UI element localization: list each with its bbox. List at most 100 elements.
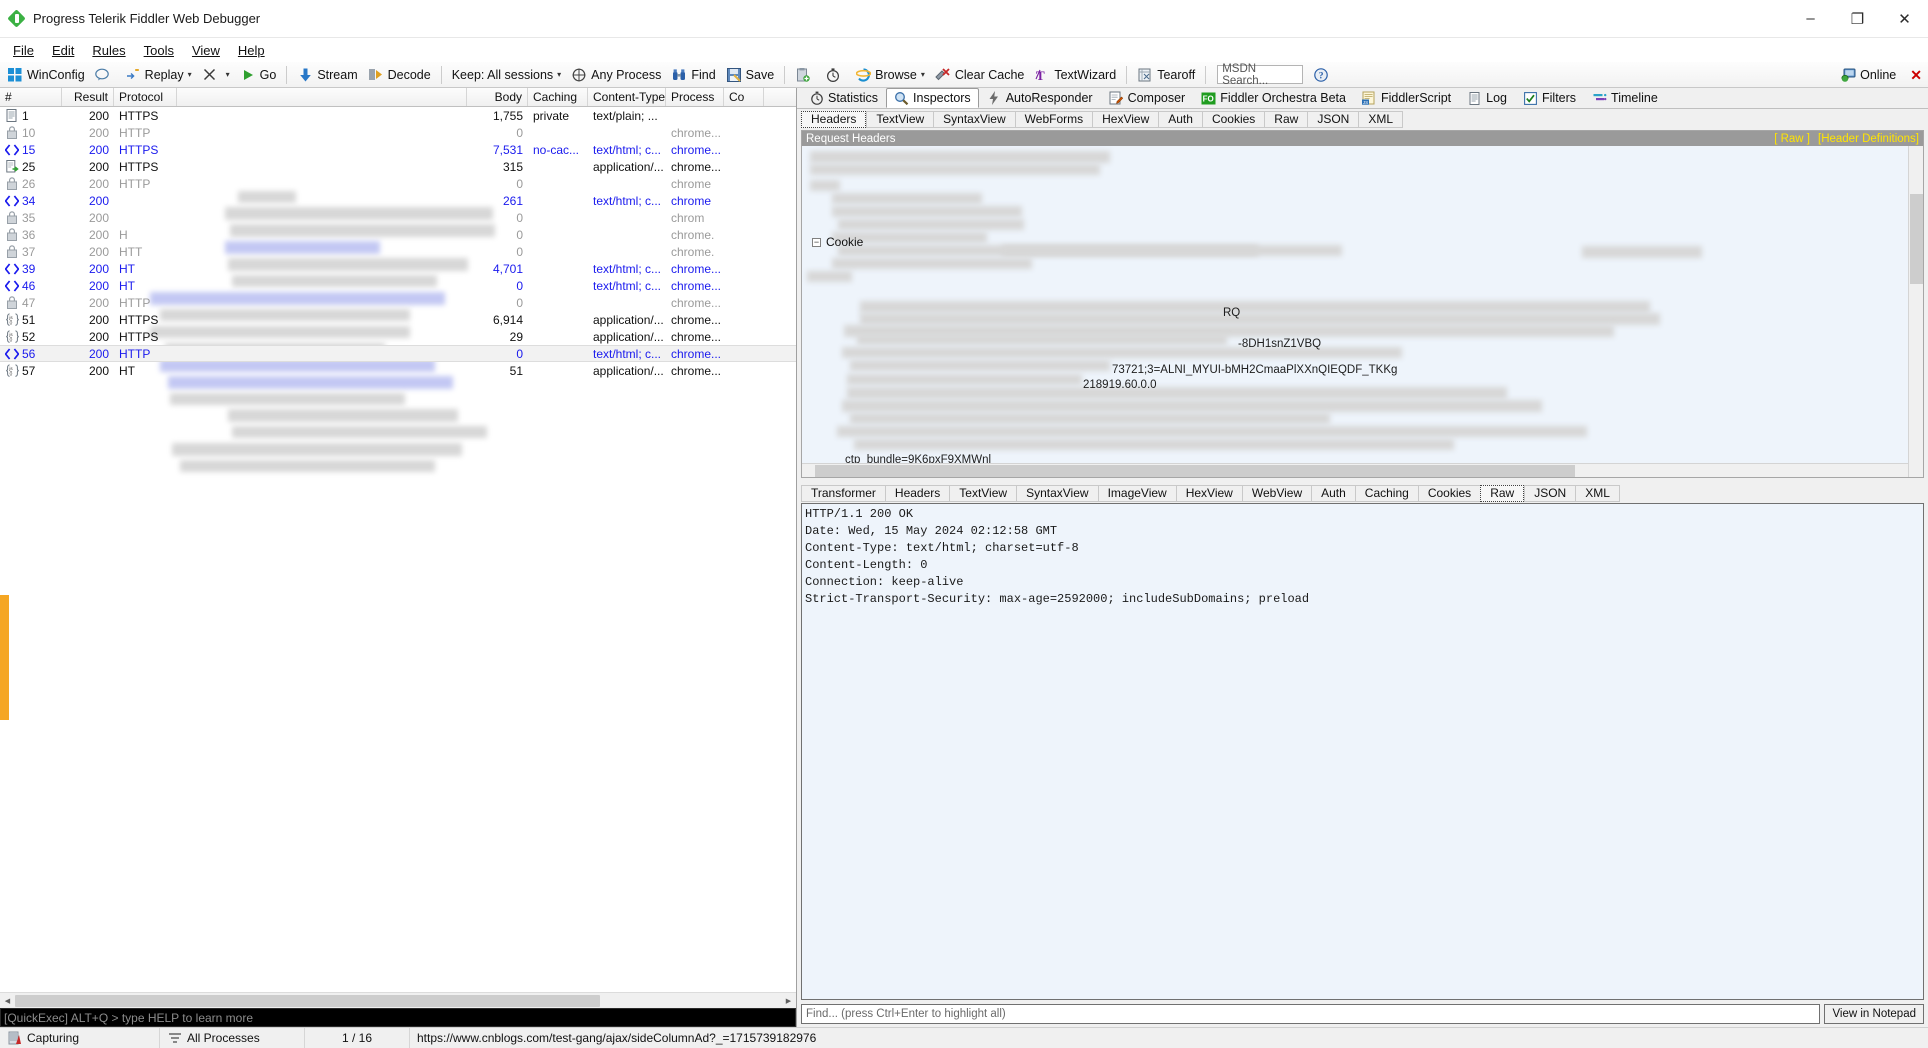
table-row[interactable]: 46 200 HT 0 text/html; c... chrome... — [0, 277, 796, 294]
table-row[interactable]: 56 200 HTTP 0 text/html; c... chrome... — [0, 345, 796, 362]
request-view-vertical-scrollbar[interactable] — [1908, 146, 1923, 477]
request-tab-xml[interactable]: XML — [1358, 110, 1404, 128]
go-button[interactable]: Go — [235, 63, 282, 87]
comment-button[interactable] — [90, 63, 120, 87]
cookie-tree-node[interactable]: − Cookie — [812, 235, 863, 249]
response-tab-imageview[interactable]: ImageView — [1097, 484, 1176, 502]
column-header-caching[interactable]: Caching — [528, 88, 588, 106]
table-row[interactable]: js{} 52 200 HTTPS 29 application/... chrome... — [0, 328, 796, 345]
request-tab-hexview[interactable]: HexView — [1092, 110, 1159, 128]
column-header-protocol[interactable]: Protocol — [114, 88, 177, 106]
decode-button[interactable]: Decode — [363, 63, 436, 87]
keep-sessions-dropdown[interactable]: Keep: All sessions ▾ — [447, 63, 566, 87]
save-button[interactable]: Save — [721, 63, 780, 87]
request-tab-raw[interactable]: Raw — [1264, 110, 1308, 128]
msdn-search-input[interactable]: MSDN Search... — [1217, 63, 1304, 87]
collapse-icon[interactable]: − — [812, 237, 821, 247]
any-process-button[interactable]: Any Process — [566, 63, 666, 87]
response-raw-view[interactable]: HTTP/1.1 200 OK Date: Wed, 15 May 2024 0… — [801, 503, 1924, 1000]
column-header-comments[interactable]: Co — [724, 88, 764, 106]
response-tab-hexview[interactable]: HexView — [1175, 484, 1242, 502]
menu-edit[interactable]: Edit — [43, 40, 83, 61]
find-input[interactable]: Find... (press Ctrl+Enter to highlight a… — [801, 1004, 1821, 1024]
scroll-right-icon[interactable]: ▶ — [781, 993, 796, 1009]
menu-file[interactable]: File — [4, 40, 43, 61]
sessions-horizontal-scrollbar[interactable]: ◀ ▶ — [0, 992, 796, 1008]
column-header-id[interactable]: # — [0, 88, 62, 106]
request-tab-textview[interactable]: TextView — [866, 110, 934, 128]
response-tab-textview[interactable]: TextView — [949, 484, 1017, 502]
tab-autoresponder[interactable]: AutoResponder — [979, 88, 1101, 108]
process-filter[interactable]: All Processes — [160, 1027, 305, 1048]
minimize-button[interactable]: – — [1787, 0, 1834, 38]
close-button[interactable]: ✕ — [1881, 0, 1928, 38]
table-row[interactable]: js{} 51 200 HTTPS 6,914 application/... chrome… — [0, 311, 796, 328]
table-row[interactable]: 1 200 HTTPS 1,755 private text/plain; ... — [0, 107, 796, 124]
tab-timeline[interactable]: Timeline — [1584, 88, 1666, 108]
remove-button[interactable]: ▾ — [197, 63, 235, 87]
tab-filters[interactable]: Filters — [1515, 88, 1584, 108]
request-headers-view[interactable]: Request Headers [ Raw ] [Header Definiti… — [801, 130, 1924, 478]
table-row[interactable]: 15 200 HTTPS 7,531 no-cac... text/html; c... c… — [0, 141, 796, 158]
menu-rules[interactable]: Rules — [83, 40, 134, 61]
tab-log[interactable]: Log — [1459, 88, 1515, 108]
tab-fiddlerscript[interactable]: JS FiddlerScript — [1354, 88, 1459, 108]
table-row[interactable]: 34 200 261 text/html; c... chrome — [0, 192, 796, 209]
tab-inspectors[interactable]: Inspectors — [886, 88, 979, 108]
textwizard-button[interactable]: T TextWizard — [1029, 63, 1121, 87]
menu-tools[interactable]: Tools — [135, 40, 183, 61]
scrollbar-thumb[interactable] — [815, 465, 1575, 477]
capturing-status[interactable]: Capturing — [0, 1027, 160, 1048]
sessions-list[interactable]: 1 200 HTTPS 1,755 private text/plain; ... 10 20… — [0, 107, 796, 992]
tab-composer[interactable]: Composer — [1101, 88, 1194, 108]
raw-link[interactable]: [ Raw ] — [1774, 133, 1810, 145]
winconfig-button[interactable]: WinConfig — [2, 63, 90, 87]
table-row[interactable]: 37 200 HTT 0 chrome. — [0, 243, 796, 260]
column-header-result[interactable]: Result — [62, 88, 114, 106]
tab-fiddler-orchestra-beta[interactable]: FO Fiddler Orchestra Beta — [1193, 88, 1354, 108]
screenshot-button[interactable] — [790, 63, 820, 87]
table-row[interactable]: 39 200 HT 4,701 text/html; c... chrome... — [0, 260, 796, 277]
timer-button[interactable] — [820, 63, 850, 87]
response-tab-transformer[interactable]: Transformer — [801, 484, 885, 502]
column-header-host[interactable] — [177, 88, 467, 106]
menu-view[interactable]: View — [183, 40, 229, 61]
table-row[interactable]: 25 200 HTTPS 315 application/... chrome... — [0, 158, 796, 175]
quickexec-input[interactable]: [QuickExec] ALT+Q > type HELP to learn m… — [0, 1008, 796, 1027]
view-in-notepad-button[interactable]: View in Notepad — [1824, 1004, 1924, 1024]
request-tab-webforms[interactable]: WebForms — [1014, 110, 1093, 128]
request-view-horizontal-scrollbar[interactable] — [802, 463, 1908, 477]
request-tab-json[interactable]: JSON — [1307, 110, 1359, 128]
response-tab-webview[interactable]: WebView — [1241, 484, 1312, 502]
response-tab-headers[interactable]: Headers — [884, 484, 950, 502]
table-row[interactable]: 10 200 HTTP 0 chrome... — [0, 124, 796, 141]
find-button[interactable]: Find — [666, 63, 720, 87]
response-tab-caching[interactable]: Caching — [1354, 484, 1418, 502]
scroll-left-icon[interactable]: ◀ — [0, 993, 15, 1009]
response-tab-syntaxview[interactable]: SyntaxView — [1016, 484, 1098, 502]
browse-button[interactable]: Browse ▾ — [850, 63, 930, 87]
go-offline-icon[interactable]: ✕ — [1910, 67, 1922, 84]
table-row[interactable]: 26 200 HTTP 0 chrome — [0, 175, 796, 192]
table-row[interactable]: 47 200 HTTP 0 chrome... — [0, 294, 796, 311]
maximize-button[interactable]: ❐ — [1834, 0, 1881, 38]
column-header-body[interactable]: Body — [467, 88, 528, 106]
response-tab-raw[interactable]: Raw — [1480, 484, 1525, 502]
request-tab-headers[interactable]: Headers — [801, 110, 867, 128]
scrollbar-thumb[interactable] — [1910, 194, 1923, 284]
column-header-content-type[interactable]: Content-Type — [588, 88, 666, 106]
response-tab-json[interactable]: JSON — [1524, 484, 1576, 502]
table-row[interactable]: 35 200 0 chrom — [0, 209, 796, 226]
column-header-process[interactable]: Process — [666, 88, 724, 106]
request-tab-auth[interactable]: Auth — [1158, 110, 1202, 128]
stream-button[interactable]: Stream — [292, 63, 362, 87]
response-tab-cookies[interactable]: Cookies — [1417, 484, 1481, 502]
table-row[interactable]: 36 200 H 0 chrome. — [0, 226, 796, 243]
help-button[interactable]: ? — [1308, 63, 1338, 87]
request-tab-cookies[interactable]: Cookies — [1201, 110, 1265, 128]
table-row[interactable]: js{} 57 200 HT 51 application/... chrome... — [0, 362, 796, 379]
online-status-button[interactable]: Online — [1835, 63, 1901, 87]
tab-statistics[interactable]: Statistics — [801, 88, 886, 108]
response-tab-xml[interactable]: XML — [1575, 484, 1620, 502]
header-definitions-link[interactable]: [Header Definitions] — [1818, 133, 1919, 145]
